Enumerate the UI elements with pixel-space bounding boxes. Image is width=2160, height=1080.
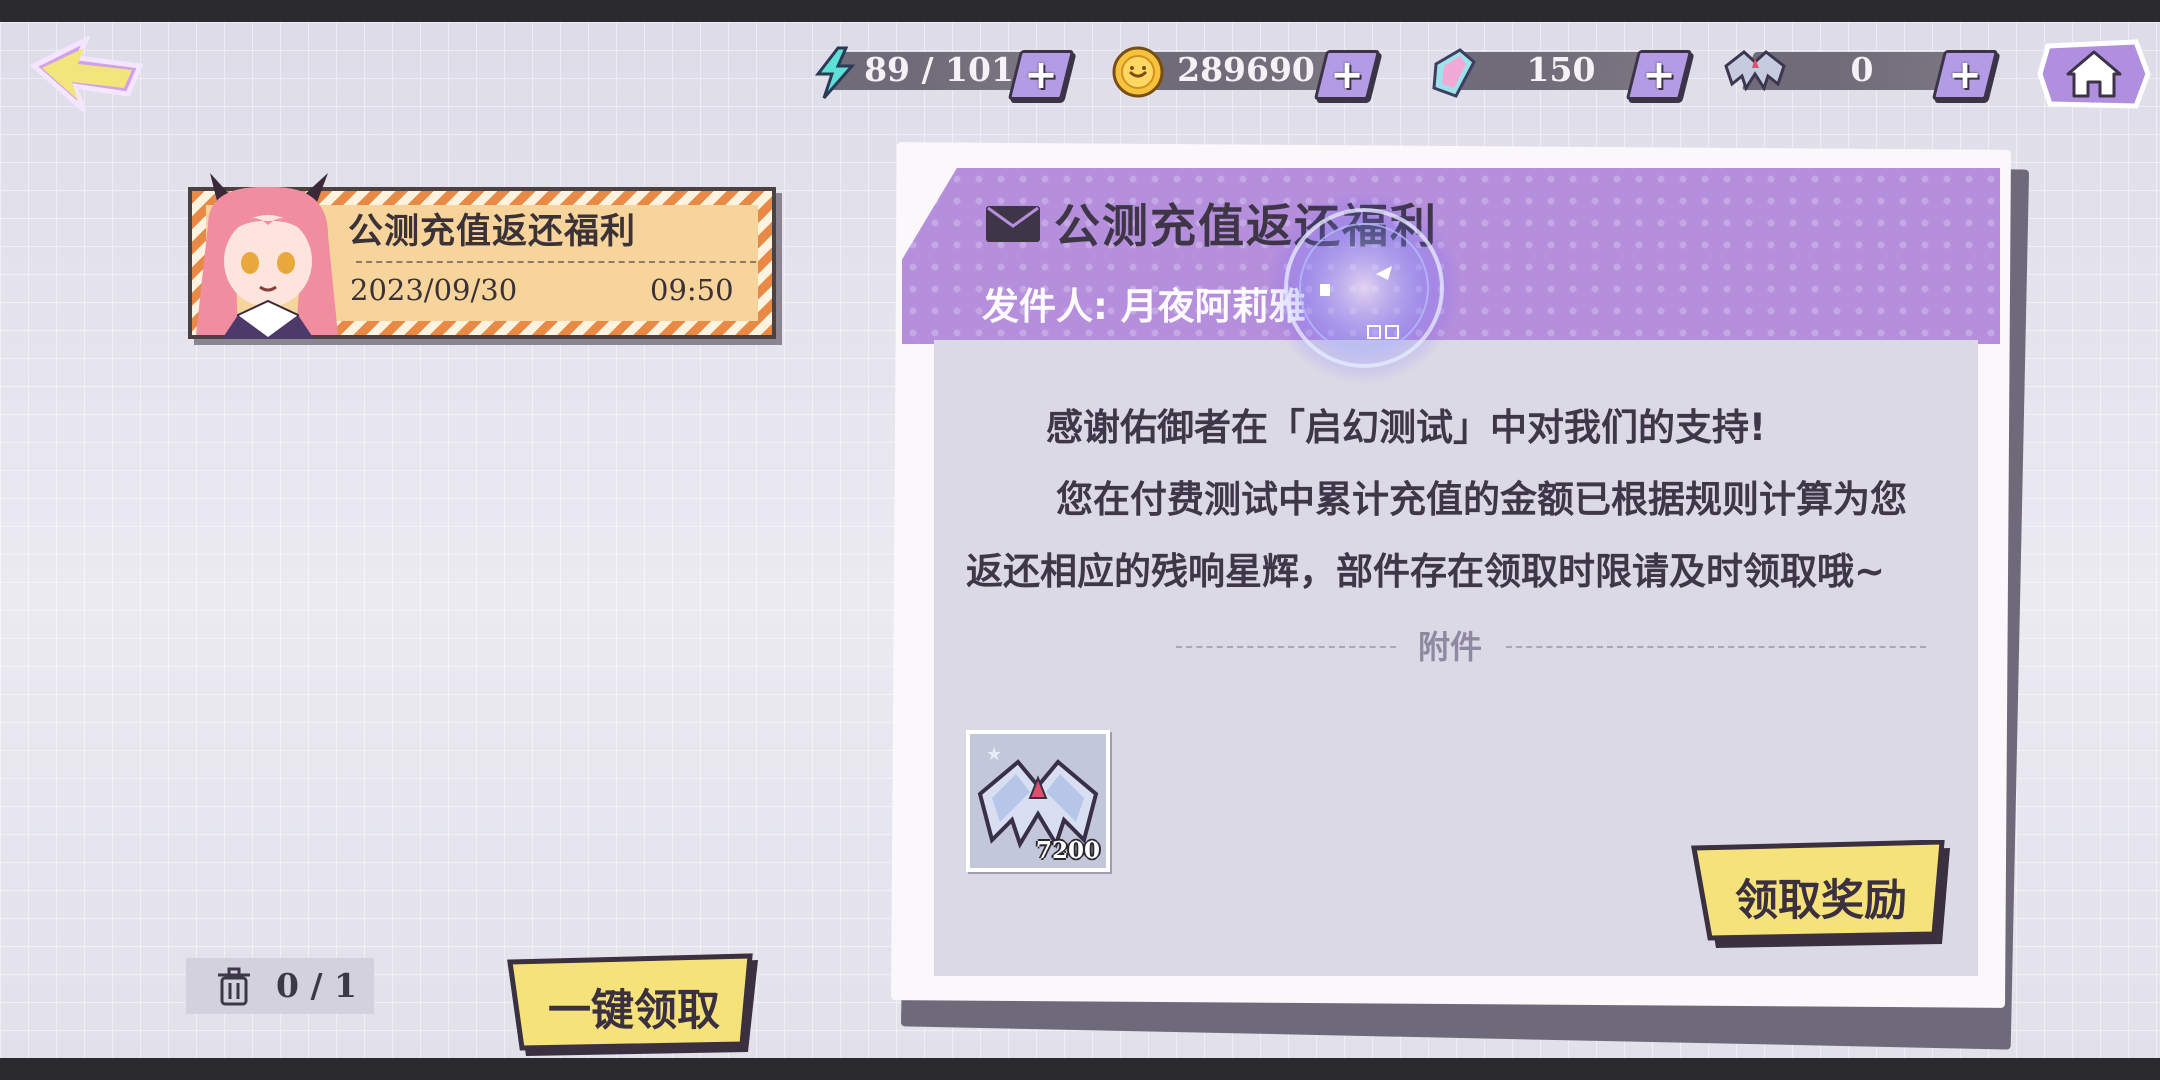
plus-icon: + — [1330, 52, 1364, 98]
trash-icon — [218, 967, 250, 1006]
letterbox-bottom — [0, 1058, 2160, 1080]
svg-text:★: ★ — [986, 744, 1002, 765]
add-coins-button[interactable]: + — [1313, 50, 1381, 100]
mail-body-line: 感谢佑御者在「启幻测试」中对我们的支持! — [1046, 406, 1766, 449]
letterbox-top — [0, 0, 2160, 22]
starglow-resource: 0 + — [1722, 40, 2002, 100]
plus-icon: + — [1024, 52, 1058, 98]
add-starglow-button[interactable]: + — [1931, 50, 1999, 100]
back-button[interactable] — [28, 34, 148, 116]
envelope-icon — [986, 206, 1040, 242]
mail-screen: 89 / 101 + 289690 + 150 + 0 + 公测充值返还福利 2… — [0, 22, 2160, 1058]
divider — [356, 261, 756, 263]
coins-resource: 289690 + — [1110, 40, 1381, 100]
attachment-divider: 附件 — [966, 622, 1926, 666]
crystal-icon — [1432, 48, 1476, 98]
crystals-resource: 150 + — [1426, 40, 1693, 100]
attachment-quantity: 7200 — [1035, 837, 1100, 864]
home-button[interactable] — [2036, 36, 2152, 110]
coins-value: 289690 — [1177, 50, 1315, 89]
claim-all-button[interactable]: 一键领取 — [504, 952, 764, 1058]
lightning-icon — [814, 46, 856, 99]
sender-avatar — [196, 173, 338, 339]
mail-body: 感谢佑御者在「启幻测试」中对我们的支持! 您在付费测试中累计充值的金额已根据规则… — [966, 392, 1926, 608]
starglow-value: 0 — [1850, 50, 1874, 89]
back-arrow-icon — [29, 34, 144, 112]
mail-list-item[interactable]: 公测充值返还福利 2023/09/30 09:50 — [186, 165, 778, 345]
attachment-label: 附件 — [1417, 628, 1482, 666]
add-stamina-button[interactable]: + — [1007, 50, 1075, 100]
mail-body-line: 您在付费测试中累计充值的金额已根据规则计算为您返还相应的残响星辉，部件存在领取时… — [966, 478, 1907, 593]
coin-icon — [1112, 46, 1164, 98]
home-icon — [2037, 39, 2151, 109]
claim-reward-button[interactable]: 领取奖励 — [1686, 840, 1956, 952]
crystals-value: 150 — [1526, 50, 1596, 89]
claim-all-label: 一键领取 — [548, 986, 720, 1036]
stamina-resource: 89 / 101 + — [808, 40, 1075, 100]
mail-detail-panel: 公测充值返还福利 发件人: 月夜阿莉雅 感谢佑御者在「启幻测试」中对我们的支持!… — [886, 140, 2034, 1058]
mail-item-date: 2023/09/30 — [350, 273, 518, 307]
plus-icon: + — [1948, 52, 1982, 98]
bat-wing-icon — [1724, 50, 1786, 92]
add-crystals-button[interactable]: + — [1625, 50, 1693, 100]
mail-count: 0 / 1 — [276, 966, 357, 1005]
mail-sender: 发件人: 月夜阿莉雅 — [982, 285, 1306, 328]
mail-item-time: 09:50 — [650, 273, 734, 307]
claim-reward-label: 领取奖励 — [1735, 876, 1907, 926]
mail-count-delete[interactable]: 0 / 1 — [186, 958, 374, 1014]
stamina-value: 89 / 101 — [864, 50, 1014, 89]
mail-detail-title: 公测充值返还福利 — [1054, 199, 1438, 253]
attachment-item[interactable]: ★ ★ 7200 — [966, 730, 1110, 872]
mail-item-title: 公测充值返还福利 — [348, 212, 637, 252]
plus-icon: + — [1642, 52, 1676, 98]
